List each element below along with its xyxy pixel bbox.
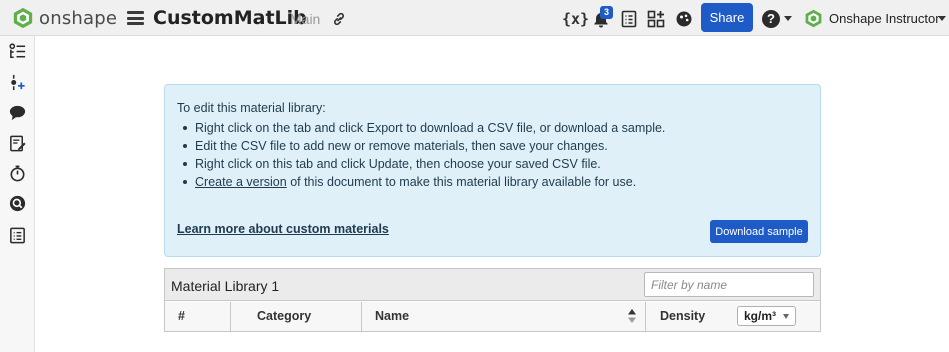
column-header-number[interactable]: #	[165, 302, 231, 331]
user-menu[interactable]: Onshape Instructor	[829, 11, 940, 26]
instruction-item: Right click on this tab and click Update…	[177, 155, 665, 173]
top-bar: onshape CustomMatLib Main {x} 3 Share ? …	[0, 0, 949, 36]
instructions-heading: To edit this material library:	[177, 101, 326, 115]
list-icon[interactable]	[8, 226, 27, 245]
user-onshape-icon	[805, 9, 822, 28]
share-button[interactable]: Share	[701, 3, 753, 32]
filter-input[interactable]	[644, 272, 814, 297]
search-icon[interactable]	[8, 194, 27, 213]
column-header-name-label: Name	[375, 309, 410, 323]
link-icon[interactable]	[331, 11, 347, 27]
density-unit-select[interactable]: kg/m³	[737, 306, 796, 326]
document-title[interactable]: CustomMatLib	[153, 7, 307, 29]
column-header-density[interactable]: Density kg/m³	[646, 302, 820, 331]
table-header-bar: Material Library 1	[165, 269, 820, 301]
column-header-density-label: Density	[660, 309, 706, 323]
column-header-category[interactable]: Category	[231, 302, 362, 331]
caret-down-icon[interactable]	[784, 16, 792, 21]
variables-icon[interactable]: {x}	[562, 10, 589, 30]
table-title: Material Library 1	[171, 278, 280, 294]
branch-label: Main	[290, 11, 321, 27]
instruction-item: Edit the CSV file to add new or remove m…	[177, 137, 665, 155]
comments-icon[interactable]	[8, 103, 27, 122]
app-store-icon[interactable]	[646, 9, 666, 29]
instruction-item: Right click on the tab and click Export …	[177, 119, 665, 137]
onshape-logo-icon[interactable]	[12, 7, 34, 29]
graphics-icon[interactable]	[674, 9, 694, 29]
notification-badge: 3	[600, 6, 613, 19]
download-sample-button[interactable]: Download sample	[710, 220, 808, 243]
instructions-panel: To edit this material library: Right cli…	[164, 84, 821, 257]
brand-name: onshape	[39, 8, 118, 29]
chevron-down-icon	[783, 314, 789, 319]
density-unit-value: kg/m³	[744, 309, 777, 323]
instructions-list: Right click on the tab and click Export …	[177, 119, 665, 191]
sort-icon[interactable]	[628, 309, 636, 323]
material-library-table: Material Library 1 # Category Name Densi…	[164, 268, 821, 332]
user-caret-down-icon[interactable]	[938, 16, 946, 21]
tasks-icon[interactable]	[619, 9, 639, 29]
left-sidebar	[0, 36, 35, 352]
features-list-icon[interactable]	[8, 42, 27, 61]
create-version-link[interactable]: Create a version	[195, 175, 287, 189]
column-header-row: # Category Name Density kg/m³	[165, 302, 820, 331]
instruction-item: Create a version of this document to mak…	[177, 173, 665, 191]
notes-icon[interactable]	[8, 134, 27, 153]
help-icon[interactable]: ?	[762, 10, 780, 28]
timer-icon[interactable]	[8, 164, 27, 183]
insert-feature-icon[interactable]	[8, 73, 27, 92]
hamburger-menu-icon[interactable]	[127, 11, 144, 25]
learn-more-link[interactable]: Learn more about custom materials	[177, 222, 389, 236]
instruction-item-text: of this document to make this material l…	[286, 175, 637, 189]
column-header-name[interactable]: Name	[362, 302, 646, 331]
